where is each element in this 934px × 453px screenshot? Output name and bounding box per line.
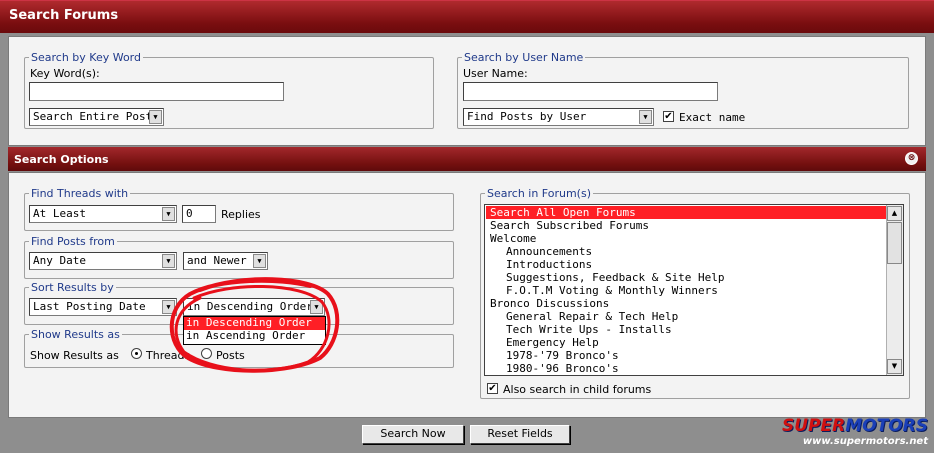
forum-list-item[interactable]: F.O.T.M Voting & Monthly Winners: [486, 284, 887, 297]
threads-min-value: At Least: [33, 207, 86, 220]
forums-list: Search All Open Forums Search Subscribed …: [486, 206, 887, 375]
replies-label: Replies: [221, 208, 261, 221]
scroll-thumb[interactable]: [887, 222, 902, 264]
forum-list-item[interactable]: Welcome: [486, 232, 887, 245]
username-legend: Search by User Name: [464, 51, 584, 64]
keyword-legend: Search by Key Word: [31, 51, 141, 64]
forum-list-item[interactable]: Suggestions, Feedback & Site Help: [486, 271, 887, 284]
posts-from-legend: Find Posts from: [31, 235, 115, 248]
forum-list-item[interactable]: Tech Write Ups - Installs: [486, 323, 887, 336]
scroll-down-icon[interactable]: ▼: [887, 359, 902, 374]
page-header: Search Forums: [0, 0, 934, 33]
brand-url: www.supermotors.net: [802, 436, 928, 447]
exact-name-label: Exact name: [679, 111, 746, 124]
threads-legend: Find Threads with: [31, 187, 129, 200]
watermark: SUPERMOTORS www.supermotors.net: [782, 416, 928, 447]
child-forums-checkbox[interactable]: ✔: [487, 383, 498, 394]
threads-radio[interactable]: [131, 348, 142, 359]
forum-list-item[interactable]: Announcements: [486, 245, 887, 258]
keyword-label: Key Word(s):: [30, 67, 100, 80]
sort-field-select[interactable]: Last Posting Date ▼: [29, 298, 177, 316]
replies-input[interactable]: 0: [182, 205, 216, 223]
search-scope-select[interactable]: Search Entire Posts ▼: [29, 108, 164, 126]
forum-list-item[interactable]: 1980-'96 Bronco's: [486, 362, 887, 375]
page-title: Search Forums: [9, 8, 119, 23]
sort-field-value: Last Posting Date: [33, 300, 146, 313]
show-results-legend: Show Results as: [31, 328, 120, 341]
forum-list-item[interactable]: 1978-'79 Bronco's: [486, 349, 887, 362]
forum-list-item[interactable]: Search Subscribed Forums: [486, 219, 887, 232]
find-posts-select[interactable]: Find Posts by User ▼: [463, 108, 654, 126]
forum-list-item[interactable]: Emergency Help: [486, 336, 887, 349]
keyword-input[interactable]: [29, 82, 284, 101]
chevron-down-icon[interactable]: ▼: [639, 110, 652, 124]
forum-list-item[interactable]: Search All Open Forums: [486, 206, 887, 219]
search-options-title: Search Options: [14, 153, 109, 166]
search-scope-value: Search Entire Posts: [33, 110, 159, 123]
chevron-down-icon[interactable]: ▼: [162, 254, 175, 268]
show-results-label: Show Results as: [30, 349, 119, 362]
date-value: Any Date: [33, 254, 86, 267]
username-label: User Name:: [463, 67, 528, 80]
forum-list-item[interactable]: Introductions: [486, 258, 887, 271]
forums-legend: Search in Forum(s): [487, 187, 592, 200]
newer-select[interactable]: and Newer ▼: [183, 252, 268, 270]
date-select[interactable]: Any Date ▼: [29, 252, 177, 270]
exact-name-checkbox[interactable]: ✔: [663, 111, 674, 122]
threads-min-select[interactable]: At Least ▼: [29, 205, 177, 223]
find-posts-value: Find Posts by User: [467, 110, 587, 123]
forum-list-item[interactable]: General Repair & Tech Help: [486, 310, 887, 323]
sort-legend: Sort Results by: [31, 281, 114, 294]
annotation-circle: [169, 277, 340, 373]
scroll-up-icon[interactable]: ▲: [887, 206, 902, 221]
chevron-down-icon[interactable]: ▼: [253, 254, 266, 268]
search-now-button[interactable]: Search Now: [362, 425, 464, 444]
chevron-down-icon[interactable]: ▼: [149, 110, 162, 124]
chevron-down-icon[interactable]: ▼: [162, 207, 175, 221]
child-forums-label: Also search in child forums: [503, 383, 652, 396]
forums-scrollbar[interactable]: ▲ ▼: [886, 205, 903, 375]
reset-fields-button[interactable]: Reset Fields: [470, 425, 570, 444]
forum-list-item[interactable]: Bronco Discussions: [486, 297, 887, 310]
username-input[interactable]: [463, 82, 718, 101]
forums-listbox[interactable]: Search All Open Forums Search Subscribed …: [484, 204, 904, 376]
search-options-header: Search Options ⊗: [8, 147, 926, 171]
collapse-icon[interactable]: ⊗: [905, 152, 918, 165]
brand-logo: SUPERMOTORS: [782, 416, 928, 436]
newer-value: and Newer: [187, 254, 247, 267]
